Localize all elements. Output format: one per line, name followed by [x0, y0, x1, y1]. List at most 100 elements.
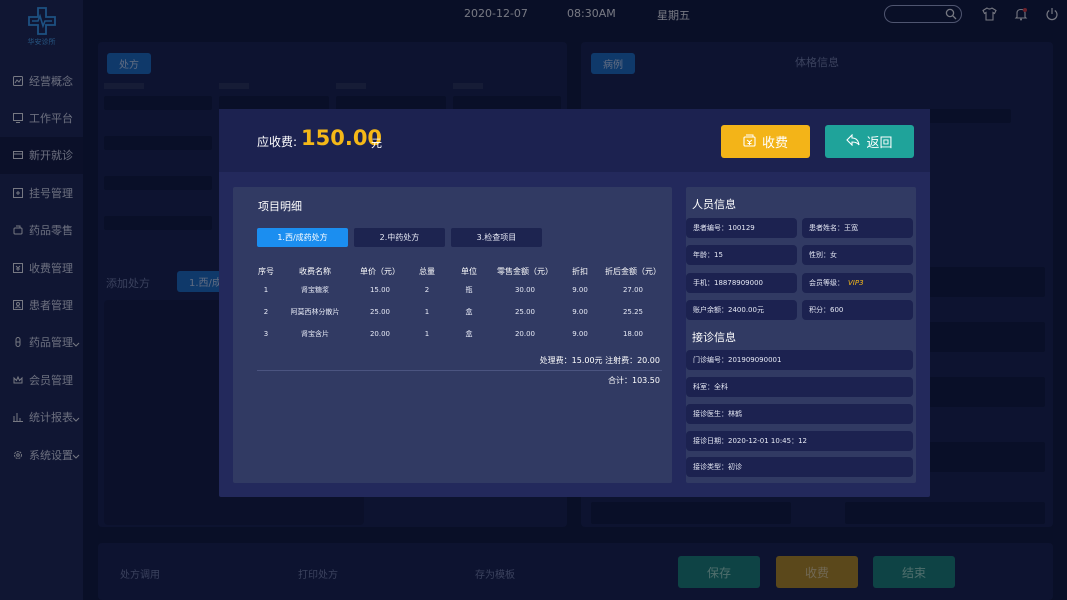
member-level: 会员等级： VIP3	[802, 273, 913, 293]
capsule-icon	[12, 336, 24, 348]
sidebar-item-reports[interactable]: 统计报表	[0, 399, 83, 436]
table-cell: 25.00	[514, 308, 536, 316]
visit-type: 接诊类型：初诊	[686, 457, 913, 477]
visit-department: 科室：全科	[686, 377, 913, 397]
divider	[257, 370, 662, 371]
sidebar-item-label: 工作平台	[29, 112, 73, 126]
search-icon[interactable]	[945, 8, 957, 23]
field-label	[104, 83, 144, 89]
finish-button[interactable]: 结束	[873, 556, 955, 588]
sidebar-item-settings[interactable]: 系统设置	[0, 436, 83, 473]
charge-button-bg[interactable]: 收费	[776, 556, 858, 588]
column-header: 序号	[258, 266, 274, 276]
table-cell: 20.00	[369, 330, 391, 338]
table-cell: 3	[263, 330, 269, 338]
add-prescription-label[interactable]: 添加处方	[106, 275, 150, 291]
power-icon[interactable]	[1044, 6, 1060, 22]
sidebar-item-drugs[interactable]: 药品管理	[0, 324, 83, 361]
pay-button[interactable]: 收费	[721, 125, 810, 158]
table-cell: 25.00	[369, 308, 391, 316]
table-cell: 20.00	[514, 330, 536, 338]
top-bar: 2020-12-07 08:30AM 星期五	[83, 0, 1067, 28]
patient-age-field[interactable]	[336, 96, 446, 110]
chevron-down-icon	[72, 338, 80, 351]
tab-examination[interactable]: 3.检查项目	[451, 228, 542, 247]
save-template-button[interactable]: 存为模板	[475, 566, 515, 581]
patient-age: 年龄：15	[686, 245, 797, 265]
print-prescription-button[interactable]: 打印处方	[298, 566, 338, 581]
sidebar-item-new-visit[interactable]: 新开就诊	[0, 136, 83, 175]
patient-icon	[12, 299, 24, 311]
sidebar-item-retail[interactable]: 药品零售	[0, 212, 83, 249]
sidebar-item-workbench[interactable]: 工作平台	[0, 99, 83, 136]
back-button-label: 返回	[866, 135, 893, 150]
sidebar-item-registration[interactable]: 挂号管理	[0, 174, 83, 211]
table-cell: 9.00	[572, 308, 588, 316]
pay-button-label: 收费	[761, 135, 788, 150]
member-points: 积分：600	[802, 300, 913, 320]
column-header: 总量	[419, 266, 435, 276]
case-field[interactable]	[845, 502, 1045, 524]
sidebar-item-label: 新开就诊	[29, 149, 73, 163]
bottom-action-bar: 处方调用 打印处方 存为模板 保存 收费 结束	[98, 543, 1053, 600]
sidebar-item-label: 药品零售	[29, 224, 73, 238]
back-button[interactable]: 返回	[825, 125, 914, 158]
field-label	[336, 83, 366, 89]
column-header: 单价（元）	[360, 266, 400, 276]
table-cell: 1	[263, 286, 269, 294]
column-header: 折后金额（元）	[605, 266, 661, 276]
column-header: 零售金额（元）	[497, 266, 553, 276]
tab-chinese-medicine[interactable]: 2.中药处方	[354, 228, 445, 247]
patient-id: 患者编号：100129	[686, 218, 797, 238]
sidebar-nav: 经营概念 工作平台 新开就诊 挂号管理 药品零售 收费管理 患者管理 药品管理	[0, 62, 83, 473]
patient-name: 患者姓名：王宽	[802, 218, 913, 238]
sidebar-item-label: 统计报表	[29, 411, 73, 425]
card-icon	[12, 149, 24, 161]
extra-fees: 处理费：15.00元 注射费：20.00	[539, 356, 660, 365]
visit-info-title: 接诊信息	[692, 331, 736, 344]
monitor-icon	[12, 112, 24, 124]
shirt-icon[interactable]	[981, 6, 997, 22]
current-weekday: 星期五	[657, 9, 690, 22]
gender-field[interactable]	[104, 136, 212, 150]
payment-modal: 应收费: 150.00 元 收费 返回 项目明细 1.西/成药处方 2.中药处方…	[219, 109, 930, 497]
pulse-field[interactable]	[921, 109, 1011, 123]
search-input[interactable]	[885, 6, 947, 22]
table-cell: 瓶	[465, 286, 473, 294]
diagnosis-field[interactable]	[104, 216, 212, 230]
sidebar-item-overview[interactable]: 经营概念	[0, 62, 83, 99]
bell-icon[interactable]	[1013, 6, 1029, 22]
pill-icon	[12, 224, 24, 236]
table-cell: 27.00	[622, 286, 644, 294]
birth-date-field[interactable]	[453, 96, 561, 110]
sidebar-item-patients[interactable]: 患者管理	[0, 286, 83, 323]
fee-amount: 150.00	[301, 126, 383, 150]
info-panel: 人员信息 患者编号：100129 患者姓名：王宽 年龄：15 性别：女 手机：1…	[686, 187, 916, 483]
save-button[interactable]: 保存	[678, 556, 760, 588]
case-tag: 病例	[591, 53, 635, 74]
column-header: 单位	[461, 266, 477, 276]
call-prescription-button[interactable]: 处方调用	[120, 566, 160, 581]
table-cell: 25.25	[622, 308, 644, 316]
account-balance: 账户余额：2400.00元	[686, 300, 797, 320]
person-info-title: 人员信息	[692, 198, 736, 211]
clinic-name: 华安诊所	[27, 38, 56, 46]
patient-card-field[interactable]	[219, 96, 329, 110]
sidebar-item-billing[interactable]: 收费管理	[0, 249, 83, 286]
crown-icon	[12, 374, 24, 386]
prescription-tabs: 1.西/成药处方 2.中药处方 3.检查项目	[257, 228, 542, 247]
tab-western-medicine[interactable]: 1.西/成药处方	[257, 228, 348, 247]
vip-badge: VIP3	[848, 279, 864, 287]
sidebar-item-label: 患者管理	[29, 299, 73, 313]
patient-name-field[interactable]	[104, 96, 212, 110]
table-cell: 9.00	[572, 286, 588, 294]
sidebar-item-members[interactable]: 会员管理	[0, 361, 83, 398]
table-cell: 1	[424, 330, 430, 338]
register-icon	[12, 187, 24, 199]
address-field[interactable]	[104, 176, 212, 190]
sidebar-item-label: 会员管理	[29, 373, 73, 387]
table-cell: 9.00	[572, 330, 588, 338]
sidebar-item-label: 药品管理	[29, 336, 73, 350]
case-field[interactable]	[591, 502, 791, 524]
clinic-logo: 华安诊所	[0, 6, 83, 47]
